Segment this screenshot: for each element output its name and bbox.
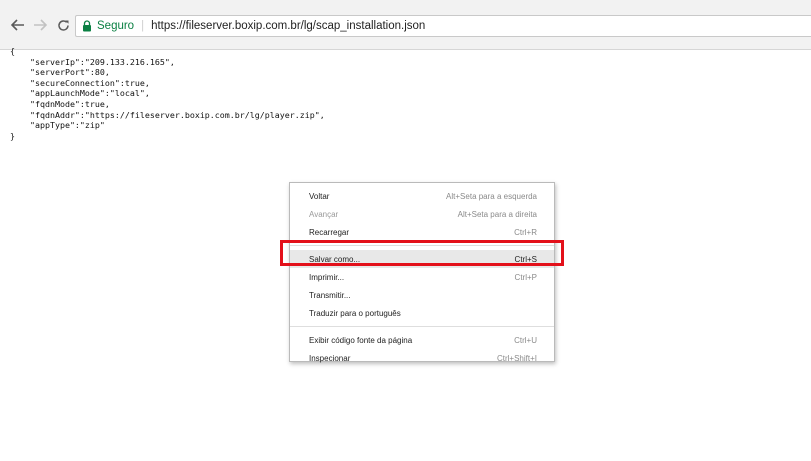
menu-item-exibir-codigo-fonte[interactable]: Exibir código fonte da página Ctrl+U: [290, 331, 554, 349]
menu-item-label: Transmitir...: [309, 290, 351, 300]
menu-item-salvar-como[interactable]: Salvar como... Ctrl+S: [290, 250, 554, 268]
back-arrow-icon: [11, 19, 24, 31]
forward-button[interactable]: [31, 16, 49, 34]
menu-item-imprimir[interactable]: Imprimir... Ctrl+P: [290, 268, 554, 286]
context-menu: Voltar Alt+Seta para a esquerda Avançar …: [289, 182, 555, 363]
menu-item-transmitir[interactable]: Transmitir...: [290, 286, 554, 304]
menu-item-inspecionar[interactable]: Inspecionar Ctrl+Shift+I: [290, 349, 554, 367]
menu-item-avancar[interactable]: Avançar Alt+Seta para a direita: [290, 205, 554, 223]
menu-item-label: Inspecionar: [309, 353, 351, 363]
menu-separator: [290, 245, 554, 246]
menu-item-label: Recarregar: [309, 227, 350, 237]
menu-item-shortcut: Ctrl+U: [514, 335, 537, 345]
menu-item-label: Imprimir...: [309, 272, 345, 282]
menu-item-label: Avançar: [309, 209, 339, 219]
lock-icon: [82, 20, 92, 32]
menu-separator: [290, 326, 554, 327]
secure-label: Seguro: [97, 20, 135, 32]
menu-item-shortcut: Ctrl+S: [514, 254, 537, 264]
menu-item-label: Exibir código fonte da página: [309, 335, 413, 345]
menu-item-shortcut: Ctrl+Shift+I: [496, 353, 537, 363]
menu-item-shortcut: Alt+Seta para a direita: [457, 209, 537, 219]
json-content: { "serverIp":"209.133.216.165", "serverP…: [10, 46, 325, 141]
url-text[interactable]: https://fileserver.boxip.com.br/lg/scap_…: [151, 20, 425, 32]
menu-item-traduzir[interactable]: Traduzir para o português: [290, 304, 554, 322]
forward-arrow-icon: [34, 19, 47, 31]
menu-item-label: Voltar: [309, 191, 330, 201]
menu-item-shortcut: Ctrl+P: [514, 272, 537, 282]
reload-icon: [57, 19, 69, 31]
menu-item-shortcut: Ctrl+R: [514, 227, 537, 237]
menu-item-shortcut: Alt+Seta para a esquerda: [446, 191, 537, 201]
browser-toolbar: Seguro | https://fileserver.boxip.com.br…: [0, 0, 811, 50]
reload-button[interactable]: [54, 16, 72, 34]
back-button[interactable]: [9, 16, 27, 34]
menu-item-label: Traduzir para o português: [309, 308, 401, 318]
address-bar[interactable]: Seguro | https://fileserver.boxip.com.br…: [75, 15, 811, 37]
url-separator: |: [141, 20, 145, 32]
menu-item-voltar[interactable]: Voltar Alt+Seta para a esquerda: [290, 187, 554, 205]
menu-item-recarregar[interactable]: Recarregar Ctrl+R: [290, 223, 554, 241]
menu-item-label: Salvar como...: [309, 254, 361, 264]
